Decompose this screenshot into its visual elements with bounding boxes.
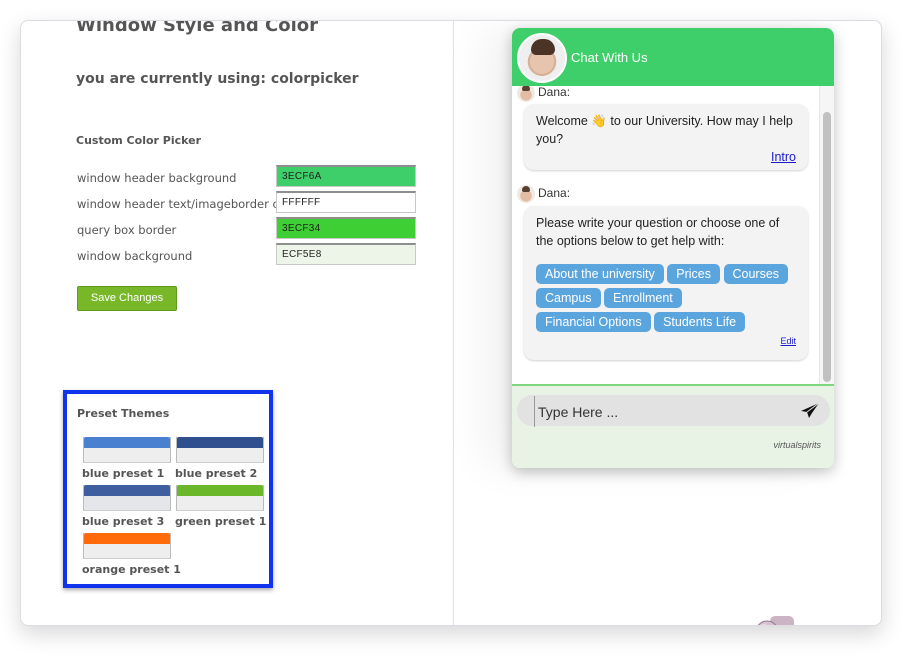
option-campus[interactable]: Campus — [536, 288, 601, 308]
preset-swatch — [83, 437, 171, 463]
current-mode-text: you are currently using: colorpicker — [76, 71, 359, 87]
message-sender: Dana: — [517, 185, 570, 203]
preset-blue-3[interactable]: blue preset 3 — [82, 485, 172, 528]
preset-themes-box: Preset Themes blue preset 1 blue preset … — [63, 390, 273, 588]
paper-plane-icon[interactable] — [800, 402, 820, 419]
query-box-border-input[interactable] — [276, 217, 416, 239]
option-students-life[interactable]: Students Life — [654, 312, 746, 332]
need-help-button[interactable]: Need Help? — [757, 616, 794, 625]
preset-green-1[interactable]: green preset 1 — [175, 485, 267, 528]
preset-swatch — [176, 437, 264, 463]
preset-swatch — [83, 533, 171, 559]
header-text-color-input[interactable] — [276, 191, 416, 213]
message-text: Please write your question or choose one… — [536, 216, 780, 248]
message-text: Welcome 👋 to our University. How may I h… — [536, 114, 793, 146]
preset-swatch — [176, 485, 264, 511]
agent-avatar — [517, 33, 567, 83]
chat-title: Chat With Us — [571, 50, 648, 65]
preset-color-bar — [84, 437, 170, 448]
preset-color-bar — [177, 485, 263, 496]
option-enrollment[interactable]: Enrollment — [604, 288, 682, 308]
edit-link[interactable]: Edit — [780, 336, 796, 346]
header-background-label: window header background — [77, 171, 237, 185]
chat-widget-preview: Chat With Us Dana: Welcome 👋 to our Univ… — [512, 28, 834, 468]
preset-label: blue preset 3 — [82, 515, 165, 528]
preset-label: blue preset 2 — [175, 467, 258, 480]
preset-blue-1[interactable]: blue preset 1 — [82, 437, 172, 480]
preset-label: blue preset 1 — [82, 467, 165, 480]
chat-header: Chat With Us — [512, 28, 834, 86]
intro-link[interactable]: Intro — [771, 150, 796, 164]
preset-swatch — [83, 485, 171, 511]
message-input[interactable] — [534, 396, 790, 427]
sender-name: Dana: — [538, 186, 571, 201]
query-box-border-label: query box border — [77, 223, 177, 237]
preset-color-bar — [84, 533, 170, 544]
option-financial-options[interactable]: Financial Options — [536, 312, 651, 332]
quick-reply-options: About the university Prices Courses Camp… — [536, 264, 796, 336]
header-background-input[interactable] — [276, 165, 416, 187]
sender-name: Dana: — [538, 86, 571, 100]
chat-footer: virtualspirits — [512, 384, 834, 468]
style-settings-panel: Window Style and Color you are currently… — [21, 21, 453, 625]
preset-blue-2[interactable]: blue preset 2 — [175, 437, 265, 480]
page-title: Window Style and Color — [76, 20, 319, 36]
option-prices[interactable]: Prices — [667, 264, 721, 284]
scrollbar-thumb[interactable] — [823, 112, 831, 382]
message-bubble: Welcome 👋 to our University. How may I h… — [524, 104, 808, 170]
preset-color-bar — [177, 437, 263, 448]
preset-color-bar — [84, 485, 170, 496]
custom-color-picker-heading: Custom Color Picker — [76, 134, 202, 147]
option-courses[interactable]: Courses — [723, 264, 789, 284]
option-about-university[interactable]: About the university — [536, 264, 664, 284]
sender-avatar — [517, 86, 535, 102]
message-bubble: Please write your question or choose one… — [524, 206, 808, 360]
query-box — [517, 395, 830, 427]
panel-divider — [453, 21, 454, 625]
brand-label: virtualspirits — [773, 440, 821, 450]
window-background-input[interactable] — [276, 243, 416, 265]
save-changes-button[interactable]: Save Changes — [77, 286, 177, 311]
message-sender: Dana: — [517, 86, 570, 102]
sender-avatar — [517, 185, 535, 203]
header-text-color-label: window header text/imageborder color — [77, 197, 301, 211]
preset-label: green preset 1 — [175, 515, 267, 528]
preset-themes-heading: Preset Themes — [77, 407, 170, 420]
window-background-label: window background — [77, 249, 193, 263]
chat-messages: Dana: Welcome 👋 to our University. How m… — [512, 86, 834, 384]
preset-orange-1[interactable]: orange preset 1 — [82, 533, 181, 576]
chat-scrollbar[interactable] — [819, 86, 834, 384]
chat-bubbles-icon — [757, 616, 794, 625]
settings-page: Window Style and Color you are currently… — [20, 20, 882, 626]
preset-label: orange preset 1 — [82, 563, 181, 576]
